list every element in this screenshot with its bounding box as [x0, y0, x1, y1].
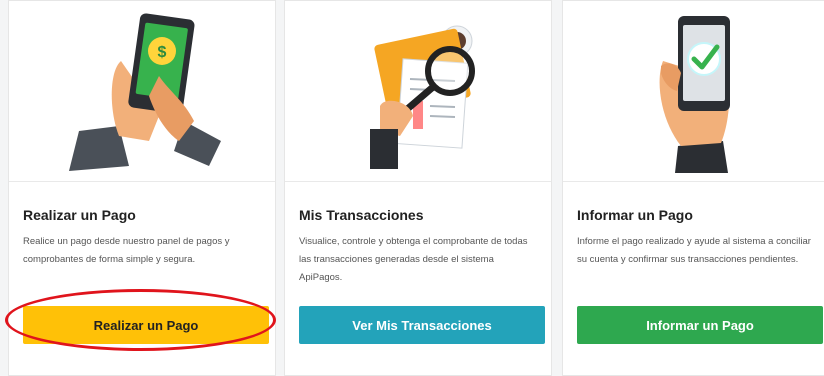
- card-title: Mis Transacciones: [299, 207, 424, 223]
- card-mis-transacciones: Mis Transacciones Visualice, controle y …: [284, 0, 552, 376]
- hand-phone-payment-icon: $: [69, 13, 221, 171]
- card-realizar-pago: $ Realizar un Pago Realice un pago desde…: [8, 0, 276, 376]
- hand-phone-check-icon: [659, 16, 730, 173]
- magnifier-document-icon: [370, 25, 475, 169]
- card-title: Realizar un Pago: [23, 207, 136, 223]
- svg-text:$: $: [158, 44, 167, 61]
- card-informar-pago: Informar un Pago Informe el pago realiza…: [562, 0, 824, 376]
- card-title: Informar un Pago: [577, 207, 693, 223]
- ver-transacciones-button[interactable]: Ver Mis Transacciones: [299, 306, 545, 344]
- card-description: Informe el pago realizado y ayude al sis…: [577, 236, 811, 265]
- card-description: Realice un pago desde nuestro panel de p…: [23, 236, 230, 265]
- card-description: Visualice, controle y obtenga el comprob…: [299, 236, 528, 283]
- card-illustration: [563, 1, 824, 182]
- informar-pago-button[interactable]: Informar un Pago: [577, 306, 823, 344]
- card-illustration: [285, 1, 551, 182]
- realizar-pago-button[interactable]: Realizar un Pago: [23, 306, 269, 344]
- card-illustration: $: [9, 1, 275, 182]
